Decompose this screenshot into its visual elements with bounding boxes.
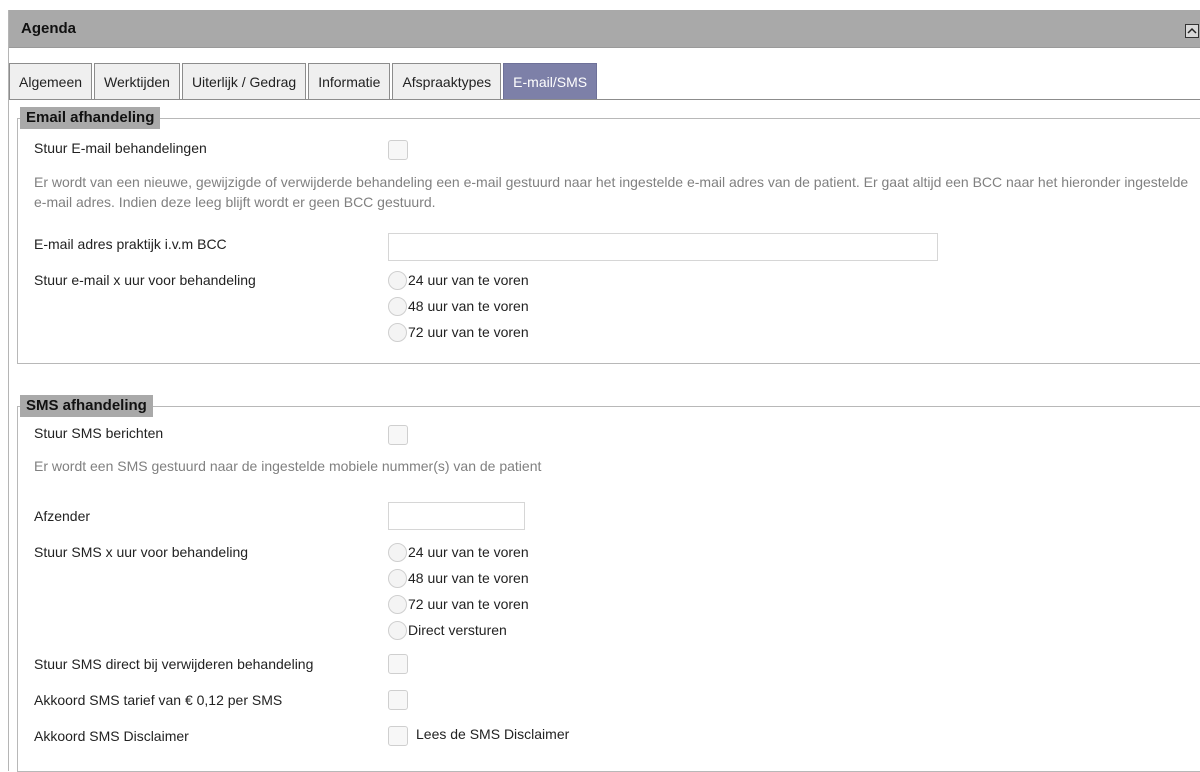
radio-label: Direct versturen xyxy=(408,622,507,638)
radio-button[interactable] xyxy=(388,595,407,614)
email-send-label: Stuur E-mail behandelingen xyxy=(34,140,207,156)
radio-label: 24 uur van te voren xyxy=(408,544,529,560)
tab-uiterlijk-gedrag[interactable]: Uiterlijk / Gedrag xyxy=(181,63,307,100)
panel-header: Agenda xyxy=(9,10,1200,48)
sms-option-48[interactable]: 48 uur van te voren xyxy=(388,568,529,588)
sms-tariff-label: Akkoord SMS tarief van € 0,12 per SMS xyxy=(34,692,283,708)
tab-werktijden[interactable]: Werktijden xyxy=(94,63,180,100)
tab-bar: Algemeen Werktijden Uiterlijk / Gedrag I… xyxy=(9,62,599,100)
email-timing-label: Stuur e-mail x uur voor behandeling xyxy=(34,272,256,288)
sms-disclaimer-label: Akkoord SMS Disclaimer xyxy=(34,728,189,744)
radio-button[interactable] xyxy=(388,271,407,290)
chevron-up-icon xyxy=(1187,27,1197,34)
sms-section-legend: SMS afhandeling xyxy=(20,395,153,417)
sms-disclaimer-link[interactable]: Lees de SMS Disclaimer xyxy=(416,726,569,742)
tab-algemeen[interactable]: Algemeen xyxy=(9,63,93,100)
sms-delete-checkbox[interactable] xyxy=(388,654,408,674)
sms-timing-label: Stuur SMS x uur voor behandeling xyxy=(34,544,249,560)
sms-section: SMS afhandeling Stuur SMS berichten Er w… xyxy=(17,395,1200,772)
sms-option-24[interactable]: 24 uur van te voren xyxy=(388,542,529,562)
panel-title: Agenda xyxy=(21,20,77,37)
radio-label: 48 uur van te voren xyxy=(408,570,529,586)
radio-button[interactable] xyxy=(388,297,407,316)
tab-informatie[interactable]: Informatie xyxy=(308,63,391,100)
radio-button[interactable] xyxy=(388,323,407,342)
tab-email-sms[interactable]: E-mail/SMS xyxy=(503,63,598,100)
email-option-24[interactable]: 24 uur van te voren xyxy=(388,270,529,290)
sender-input[interactable] xyxy=(388,502,525,530)
sms-option-direct[interactable]: Direct versturen xyxy=(388,620,507,640)
sender-label: Afzender xyxy=(34,508,91,524)
radio-button[interactable] xyxy=(388,621,407,640)
radio-label: 72 uur van te voren xyxy=(408,324,529,340)
email-option-48[interactable]: 48 uur van te voren xyxy=(388,296,529,316)
email-description: Er wordt van een nieuwe, gewijzigde of v… xyxy=(34,174,1189,210)
radio-label: 48 uur van te voren xyxy=(408,298,529,314)
sms-send-checkbox[interactable] xyxy=(388,425,408,445)
tab-afspraaktypes[interactable]: Afspraaktypes xyxy=(392,63,502,100)
sms-tariff-checkbox[interactable] xyxy=(388,690,408,710)
bcc-email-input[interactable] xyxy=(388,233,938,261)
sms-disclaimer-checkbox[interactable] xyxy=(388,726,408,746)
bcc-label: E-mail adres praktijk i.v.m BCC xyxy=(34,236,227,252)
sms-option-72[interactable]: 72 uur van te voren xyxy=(388,594,529,614)
agenda-panel: Agenda Algemeen Werktijden Uiterlijk / G… xyxy=(8,10,1200,772)
email-send-checkbox[interactable] xyxy=(388,140,408,160)
email-option-72[interactable]: 72 uur van te voren xyxy=(388,322,529,342)
email-section: Email afhandeling Stuur E-mail behandeli… xyxy=(17,107,1200,364)
email-section-legend: Email afhandeling xyxy=(20,107,161,129)
collapse-button[interactable] xyxy=(1185,24,1199,38)
sms-delete-label: Stuur SMS direct bij verwijderen behande… xyxy=(34,656,314,672)
radio-button[interactable] xyxy=(388,569,407,588)
radio-label: 24 uur van te voren xyxy=(408,272,529,288)
sms-description: Er wordt een SMS gestuurd naar de ingest… xyxy=(34,458,542,474)
sms-send-label: Stuur SMS berichten xyxy=(34,425,164,441)
radio-label: 72 uur van te voren xyxy=(408,596,529,612)
tab-divider xyxy=(9,99,1200,100)
radio-button[interactable] xyxy=(388,543,407,562)
